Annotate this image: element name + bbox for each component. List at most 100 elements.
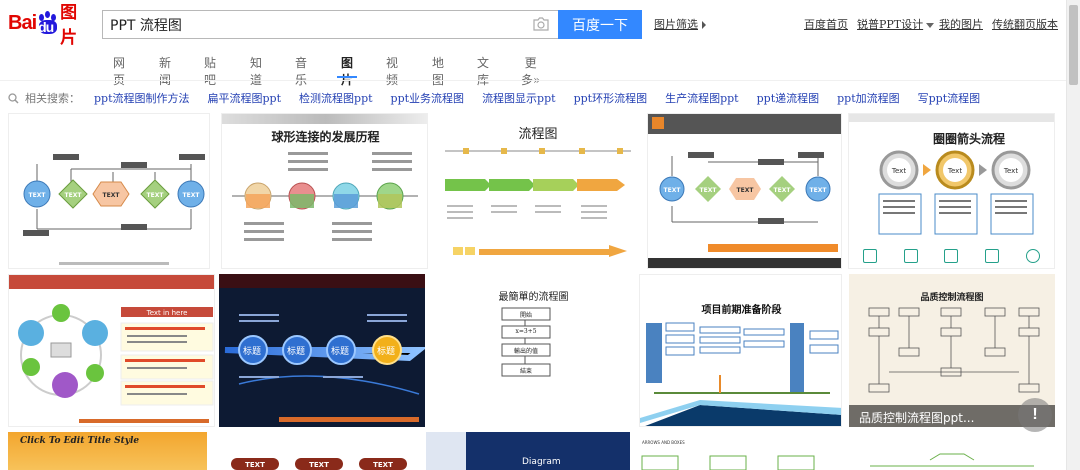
node-text: TEXT [664, 187, 682, 194]
slide-head-text: Text in here [146, 309, 188, 317]
node-text: TEXT [737, 187, 755, 194]
circle-text: Text [891, 167, 906, 175]
related-search-link[interactable]: ppt流程图制作方法 [94, 90, 190, 106]
arrows-boxes [641, 455, 815, 470]
header-link-classic[interactable]: 传统翻页版本 [992, 16, 1058, 32]
flowchart-thumbnail: TEXT TEXT TEXT TEXT TEXT [23, 154, 205, 265]
classic-pagination-link[interactable]: 传统翻页版本 [992, 18, 1058, 31]
tab-item[interactable]: 音乐 [295, 54, 307, 88]
related-searches: 相关搜索： ppt流程图制作方法 扁平流程图ppt 检测流程图ppt ppt业务流程图… [8, 90, 998, 106]
node-label: 标题 [377, 347, 396, 357]
flow-step: x=3+5 [515, 328, 537, 335]
node-text: TEXT [29, 192, 47, 199]
related-search-link[interactable]: ppt递流程图 [757, 90, 820, 106]
circle-text: Text [1003, 167, 1018, 175]
tab-item[interactable]: 贴吧 [204, 54, 216, 88]
tab-item[interactable]: 地图 [432, 54, 444, 88]
related-label: 相关搜索： [25, 92, 80, 105]
image-result[interactable]: TEXT TEXT TEXT [219, 432, 425, 470]
baidu-logo[interactable]: Bai du 图片 [8, 3, 94, 48]
scrollbar[interactable] [1066, 0, 1080, 470]
image-result[interactable]: 标题 标题 标题 标题 [219, 274, 425, 427]
node-label: 标题 [243, 347, 262, 357]
logo-text-tupian: 图片 [60, 3, 78, 48]
node-text: TEXT [147, 192, 165, 199]
image-result[interactable]: 最簡單的流程圖 開始 x=3+5 輸出的值 結束 [438, 274, 629, 427]
search-input[interactable] [103, 11, 523, 38]
my-images-link[interactable]: 我的图片 [939, 18, 983, 31]
logo-text-bai: Bai [8, 11, 37, 34]
slide-title: Diagram [522, 457, 561, 467]
username[interactable]: 锐普PPT设计 [857, 18, 923, 31]
search-icon [8, 92, 19, 104]
flow-step: 開始 [519, 312, 532, 319]
image-filter-label[interactable]: 图片筛选 [654, 18, 698, 31]
related-search-link[interactable]: ppt环形流程图 [574, 90, 648, 106]
scrollbar-thumb[interactable] [1069, 5, 1078, 85]
share-icon[interactable] [985, 249, 1000, 263]
node-text: TEXT [774, 187, 792, 194]
copy-icon[interactable] [863, 249, 878, 263]
feedback-button[interactable]: ! [1018, 398, 1052, 432]
node-label: 标题 [331, 347, 350, 357]
caret-down-icon [926, 22, 935, 28]
tab-item[interactable]: 网页 [113, 54, 125, 88]
related-search-link[interactable]: 检测流程图ppt [299, 90, 373, 106]
node-text: TEXT [810, 187, 828, 194]
node-text: TEXT [183, 192, 201, 199]
header-link-home[interactable]: 百度首页 [804, 16, 848, 32]
save-icon[interactable] [944, 249, 959, 263]
node-label: 标题 [287, 347, 306, 357]
node-text: TEXT [65, 192, 83, 199]
image-result[interactable]: TEXT TEXT TEXT TEXT TEXT [8, 113, 210, 269]
arrow-timeline [445, 148, 631, 257]
circle-text: Text [947, 167, 962, 175]
header: Bai du 图片 百度一下 图片筛选 百度首页 锐普PPT设计 我的图片 传统… [0, 0, 1066, 48]
related-search-link[interactable]: ppt加流程图 [837, 90, 900, 106]
related-items: ppt流程图制作方法 扁平流程图ppt 检测流程图ppt ppt业务流程图 流程图显示p… [94, 90, 998, 106]
label-text: TEXT [309, 461, 329, 469]
tab-divider [0, 80, 1066, 81]
tab-item[interactable]: 图片 [336, 54, 358, 88]
tab-item[interactable]: 新闻 [159, 54, 171, 88]
image-result[interactable]: ARROWS AND BOXES [638, 432, 842, 470]
tab-item[interactable]: 视频 [386, 54, 398, 88]
slide-sidebar [426, 432, 466, 470]
label-text: TEXT [245, 461, 265, 469]
search-button[interactable]: 百度一下 [558, 10, 642, 39]
home-link[interactable]: 百度首页 [804, 18, 848, 31]
node-text: TEXT [103, 192, 121, 199]
gear-icon[interactable] [1025, 249, 1040, 263]
image-result[interactable] [850, 432, 1055, 470]
sphere-timeline [232, 152, 418, 241]
slide-title: Click To Edit Title Style [20, 436, 140, 446]
expand-icon[interactable] [903, 249, 918, 263]
tab-item[interactable]: 文库 [477, 54, 489, 88]
image-result[interactable]: Click To Edit Title Style [8, 432, 207, 470]
related-search-link[interactable]: ppt业务流程图 [391, 90, 465, 106]
image-result[interactable]: 流程图 [439, 113, 637, 269]
related-search-link[interactable]: 生产流程图ppt [665, 90, 739, 106]
flow-step: 輸出的值 [513, 348, 538, 355]
user-menu[interactable]: 锐普PPT设计 [857, 16, 935, 32]
header-link-my-images[interactable]: 我的图片 [939, 16, 983, 32]
caret-right-icon [702, 21, 706, 29]
related-search-link[interactable]: 流程图显示ppt [482, 90, 556, 106]
image-result[interactable]: 项目前期准备阶段 [639, 274, 842, 427]
image-result[interactable]: 圈圈箭头流程 Text Text Text [848, 113, 1055, 269]
image-result[interactable]: Text in here [8, 274, 215, 427]
image-result[interactable]: Diagram [426, 432, 630, 470]
search-box [102, 10, 558, 39]
tab-item[interactable]: 更多» [521, 54, 540, 88]
image-hover-toolbar [850, 244, 1053, 268]
related-search-link[interactable]: 写ppt流程图 [918, 90, 981, 106]
node-text: TEXT [700, 187, 718, 194]
related-search-link[interactable]: 扁平流程图ppt [208, 90, 282, 106]
tab-item[interactable]: 知道 [250, 54, 262, 88]
label-text: TEXT [373, 461, 393, 469]
image-filter-link[interactable]: 图片筛选 [654, 16, 706, 32]
camera-icon[interactable] [532, 16, 550, 32]
image-result[interactable]: 球形连接的发展历程 [221, 113, 428, 269]
image-result[interactable]: TEXT TEXT TEXT TEXT TEXT [647, 113, 842, 269]
flowchart-thumbnail: TEXT TEXT TEXT TEXT TEXT [648, 152, 841, 268]
